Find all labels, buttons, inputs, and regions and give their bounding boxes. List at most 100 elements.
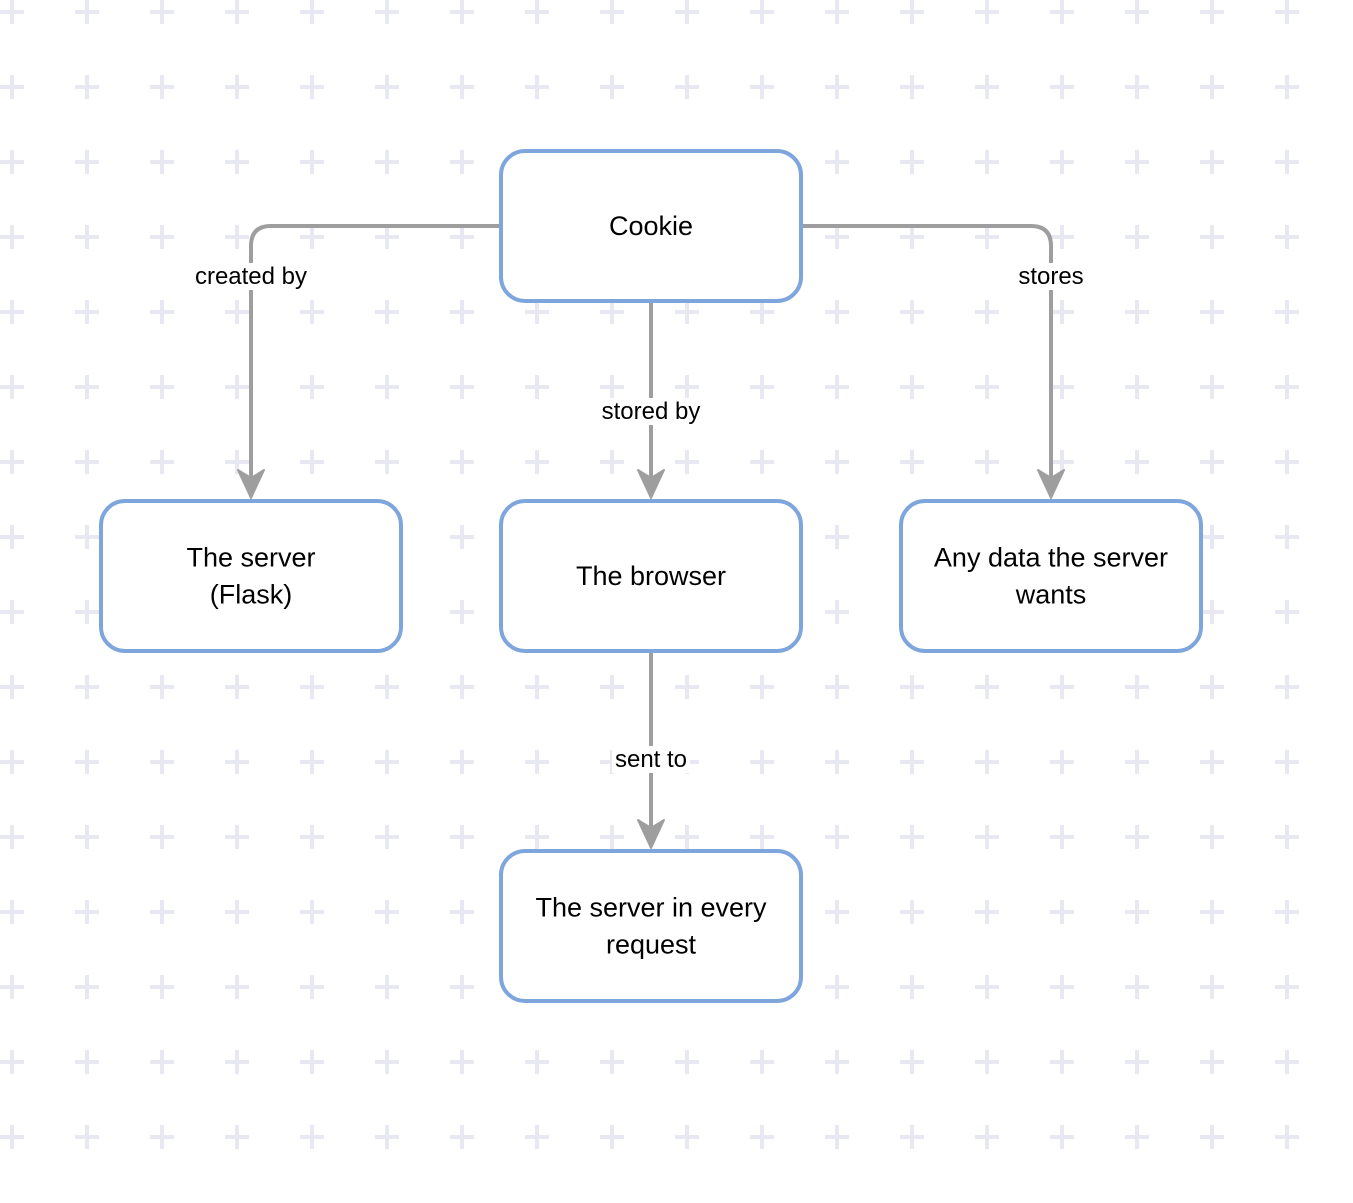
grid-plus-mark (900, 900, 924, 924)
edge-label: stored by (602, 398, 701, 425)
node-server-every-request[interactable]: The server in every request (499, 849, 803, 1003)
grid-plus-mark (150, 450, 174, 474)
grid-plus-mark (300, 900, 324, 924)
grid-plus-mark (150, 900, 174, 924)
grid-plus-mark (825, 750, 849, 774)
grid-plus-mark (300, 300, 324, 324)
grid-plus-mark (1275, 525, 1299, 549)
grid-plus-mark (675, 300, 699, 324)
node-label: The browser (576, 561, 726, 591)
grid-plus-mark (825, 825, 849, 849)
grid-plus-mark (975, 1050, 999, 1074)
grid-plus-mark (825, 0, 849, 24)
grid-plus-mark (75, 300, 99, 324)
grid-plus-mark (900, 75, 924, 99)
edge-browser-to-server-every-request[interactable]: sent to (611, 651, 691, 849)
grid-plus-mark (150, 975, 174, 999)
grid-plus-mark (0, 300, 24, 324)
grid-plus-mark (1200, 150, 1224, 174)
grid-plus-mark (1200, 75, 1224, 99)
grid-plus-mark (1050, 675, 1074, 699)
grid-plus-mark (225, 750, 249, 774)
grid-plus-mark (1275, 825, 1299, 849)
grid-plus-mark (525, 750, 549, 774)
grid-plus-mark (375, 675, 399, 699)
grid-plus-mark (900, 150, 924, 174)
grid-plus-mark (375, 1125, 399, 1149)
grid-plus-mark (900, 750, 924, 774)
grid-plus-mark (300, 1050, 324, 1074)
grid-plus-mark (0, 225, 24, 249)
grid-plus-mark (0, 675, 24, 699)
grid-plus-mark (975, 750, 999, 774)
grid-plus-mark (1125, 300, 1149, 324)
grid-plus-mark (225, 975, 249, 999)
grid-plus-mark (0, 1050, 24, 1074)
grid-plus-mark (1275, 1050, 1299, 1074)
node-label: The server in every (535, 893, 767, 923)
grid-plus-mark (450, 450, 474, 474)
node-box (499, 849, 803, 1003)
grid-plus-mark (375, 750, 399, 774)
node-cookie[interactable]: Cookie (499, 149, 803, 303)
grid-plus-mark (225, 675, 249, 699)
grid-plus-mark (1125, 825, 1149, 849)
grid-plus-mark (450, 975, 474, 999)
grid-plus-mark (225, 300, 249, 324)
grid-plus-mark (1125, 450, 1149, 474)
grid-plus-mark (375, 450, 399, 474)
grid-plus-mark (375, 375, 399, 399)
node-any-data[interactable]: Any data the server wants (899, 499, 1203, 653)
grid-plus-mark (225, 150, 249, 174)
grid-plus-mark (1050, 75, 1074, 99)
grid-plus-mark (150, 1050, 174, 1074)
grid-plus-mark (750, 375, 774, 399)
grid-plus-mark (1050, 375, 1074, 399)
grid-plus-mark (600, 75, 624, 99)
grid-plus-mark (1125, 1050, 1149, 1074)
node-browser[interactable]: The browser (499, 499, 803, 653)
grid-plus-mark (0, 825, 24, 849)
node-label: Cookie (609, 211, 693, 241)
grid-plus-mark (0, 0, 24, 24)
grid-plus-mark (675, 675, 699, 699)
grid-plus-mark (1050, 300, 1074, 324)
grid-plus-mark (225, 0, 249, 24)
grid-plus-mark (150, 150, 174, 174)
grid-plus-mark (450, 0, 474, 24)
grid-plus-mark (75, 900, 99, 924)
grid-plus-mark (1050, 1050, 1074, 1074)
grid-plus-mark (1200, 300, 1224, 324)
grid-plus-mark (225, 375, 249, 399)
grid-plus-mark (825, 975, 849, 999)
grid-plus-mark (300, 75, 324, 99)
diagram-canvas: created by stored by stores sent to Cookie T… (0, 0, 1299, 1149)
grid-plus-mark (450, 675, 474, 699)
grid-plus-mark (450, 900, 474, 924)
grid-plus-mark (600, 0, 624, 24)
grid-plus-mark (300, 0, 324, 24)
grid-plus-mark (75, 375, 99, 399)
grid-plus-mark (900, 1125, 924, 1149)
grid-plus-mark (150, 75, 174, 99)
grid-plus-mark (750, 825, 774, 849)
grid-plus-mark (750, 750, 774, 774)
grid-plus-mark (0, 900, 24, 924)
grid-plus-mark (75, 600, 99, 624)
grid-plus-mark (75, 450, 99, 474)
grid-plus-mark (300, 825, 324, 849)
grid-plus-mark (750, 1125, 774, 1149)
grid-plus-mark (375, 75, 399, 99)
grid-plus-mark (825, 1125, 849, 1149)
edge-label: created by (195, 263, 307, 290)
grid-plus-mark (450, 600, 474, 624)
grid-plus-mark (825, 450, 849, 474)
grid-plus-mark (1200, 975, 1224, 999)
edge-cookie-to-any-data[interactable]: stores (801, 224, 1087, 499)
grid-plus-mark (1125, 900, 1149, 924)
grid-plus-mark (150, 300, 174, 324)
node-server-flask[interactable]: The server (Flask) (99, 499, 403, 653)
grid-plus-mark (1200, 225, 1224, 249)
grid-plus-mark (450, 825, 474, 849)
grid-plus-mark (1050, 150, 1074, 174)
